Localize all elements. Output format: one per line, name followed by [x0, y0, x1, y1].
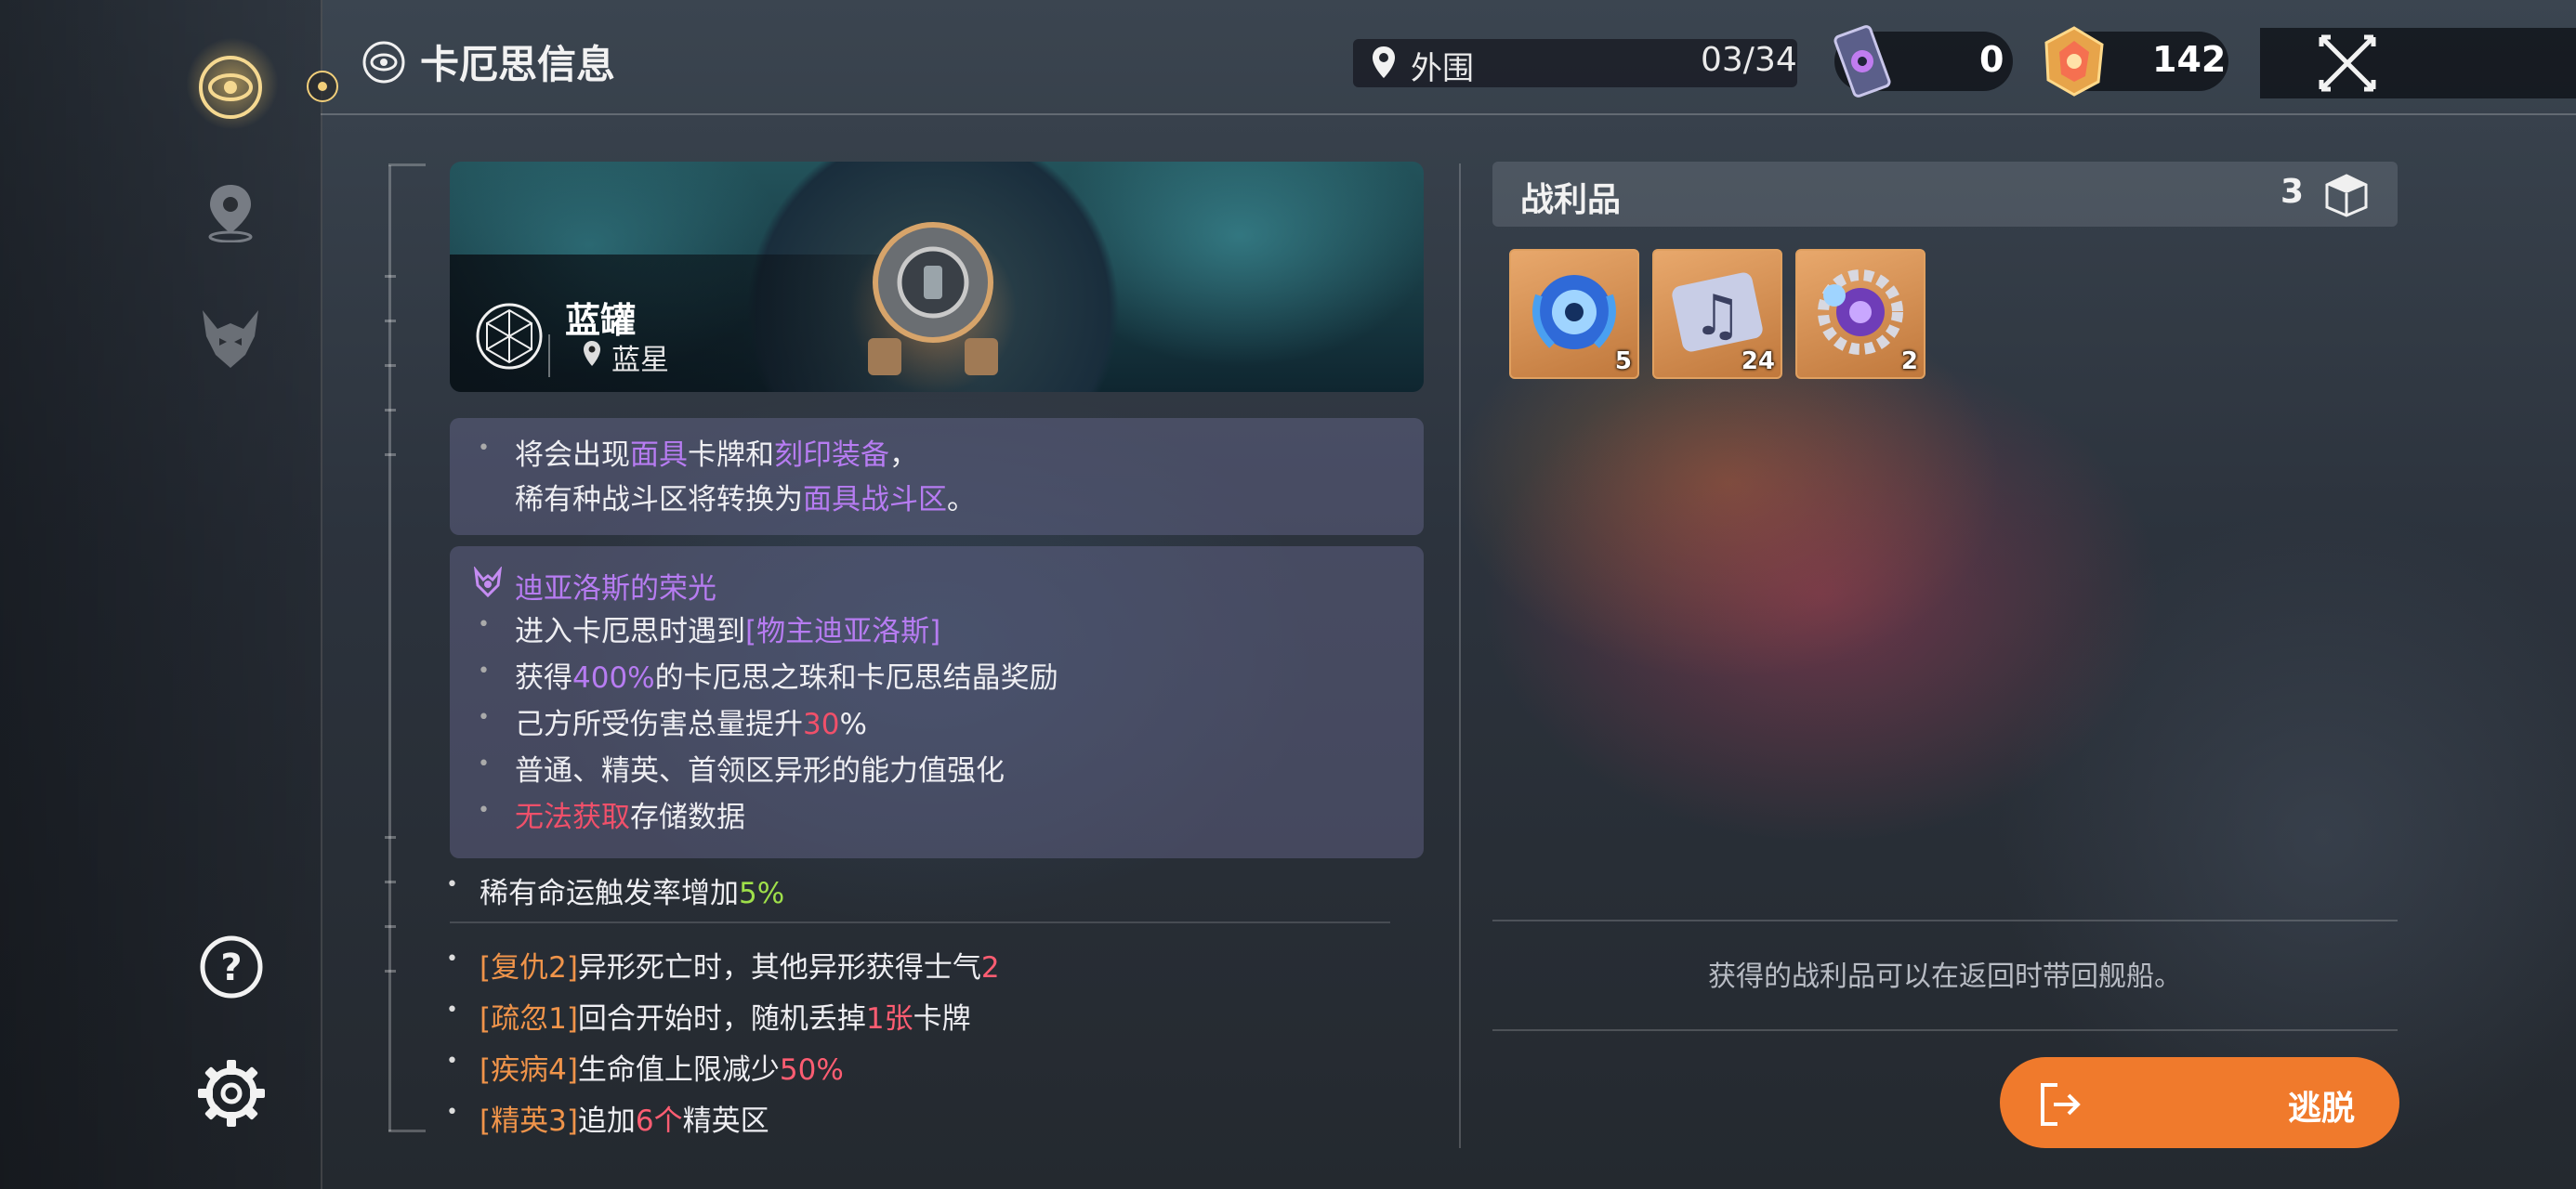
scroll-tick — [385, 409, 396, 412]
blue-jar-icon — [868, 222, 998, 375]
loot-note: 获得的战利品可以在返回时带回舰船。 — [1708, 960, 2182, 993]
loot-item[interactable]: ♫ 24 — [1652, 249, 1782, 379]
loot-item[interactable]: 2 — [1795, 249, 1925, 379]
scroll-tick — [385, 925, 396, 928]
scroll-tick — [385, 275, 396, 278]
bracket-bottom — [388, 1130, 426, 1132]
sidebar — [0, 0, 322, 1189]
loot-title: 战利品 — [1520, 181, 1622, 219]
modifier-divider — [450, 921, 1390, 923]
planet-name: 蓝罐 — [565, 300, 637, 341]
crystal-card-icon — [1827, 22, 1898, 104]
chaos-title-icon — [361, 39, 409, 87]
rare-fate-rate: 稀有命运触发率增加5% — [480, 877, 785, 910]
scroll-tick — [385, 453, 396, 456]
loot-item-qty: 24 — [1741, 347, 1775, 375]
scroll-tick — [385, 320, 396, 322]
glory-title: 迪亚洛斯的荣光 — [515, 572, 716, 606]
modifier-disease: [疾病4]生命值上限减少50% — [480, 1053, 844, 1087]
bullet: • — [478, 437, 490, 460]
dialos-crest-icon — [472, 565, 504, 602]
planet-pin-icon — [582, 340, 602, 372]
loot-item[interactable]: 5 — [1509, 249, 1639, 379]
effect-card-glory: 迪亚洛斯的荣光 • 进入卡厄思时遇到[物主迪亚洛斯] • 获得400%的卡厄思之… — [450, 546, 1424, 858]
active-indicator-dot — [307, 71, 338, 102]
demon-mask-icon[interactable] — [191, 303, 269, 373]
close-area — [2260, 28, 2576, 98]
bullet: • — [478, 799, 490, 822]
escape-button[interactable]: 逃脱 — [2000, 1057, 2399, 1148]
bracket-top — [388, 163, 426, 166]
scroll-tick — [385, 836, 396, 839]
loot-header — [1492, 162, 2398, 227]
gear-crystal-item-icon — [1818, 269, 1903, 355]
loot-box-icon — [2323, 173, 2370, 221]
loot-item-qty: 5 — [1614, 347, 1632, 375]
loot-count: 3 — [2280, 173, 2305, 211]
glory-line-3: 己方所受伤害总量提升30% — [515, 708, 867, 741]
location-progress: 03/34 — [1701, 41, 1797, 79]
loot-divider-bottom — [1492, 1029, 2398, 1031]
loot-divider-top — [1492, 920, 2398, 921]
gold-crystal-icon — [2041, 24, 2108, 102]
chaos-info-icon[interactable] — [191, 48, 269, 126]
loot-item-qty: 2 — [1900, 347, 1918, 375]
bullet: • — [446, 1050, 458, 1073]
scroll-tick — [385, 970, 396, 973]
effect-card-mask: • 将会出现面具卡牌和刻印装备， 稀有种战斗区将转换为面具战斗区。 — [450, 418, 1424, 535]
bullet: • — [446, 999, 458, 1022]
scroll-tick — [385, 364, 396, 367]
bullet: • — [446, 947, 458, 971]
bullet: • — [446, 873, 458, 896]
currency-2-value: 142 — [2152, 39, 2227, 80]
svg-text:♫: ♫ — [1692, 283, 1742, 348]
bullet: • — [478, 613, 490, 636]
bullet: • — [478, 660, 490, 683]
glory-line-2: 获得400%的卡厄思之珠和卡厄思结晶奖励 — [515, 661, 1058, 695]
bullet: • — [478, 752, 490, 776]
glory-line-4: 普通、精英、首领区异形的能力值强化 — [515, 754, 1005, 788]
currency-1-value: 0 — [1979, 39, 2004, 80]
modifier-neglect: [疏忽1]回合开始时，随机丢掉1张卡牌 — [480, 1002, 971, 1036]
escape-label: 逃脱 — [2288, 1090, 2356, 1128]
planet-location: 蓝星 — [611, 344, 669, 377]
card-mask-line-2: 稀有种战斗区将转换为面具战斗区。 — [515, 483, 976, 516]
modifier-revenge: [复仇2]异形死亡时，其他异形获得士气2 — [480, 951, 1000, 985]
bullet: • — [446, 1101, 458, 1124]
location-name: 外围 — [1411, 50, 1474, 87]
card-mask-line-1: 将会出现面具卡牌和刻印装备， — [515, 438, 918, 472]
location-pin-icon — [1370, 45, 1398, 85]
planet-banner[interactable]: 蓝罐 蓝星 — [450, 162, 1424, 392]
settings-gear-icon[interactable] — [195, 1057, 268, 1130]
bullet: • — [478, 706, 490, 729]
map-pin-icon[interactable] — [197, 178, 264, 245]
planet-globe-icon — [474, 301, 545, 375]
svg-text:?: ? — [220, 947, 242, 989]
page-title: 卡厄思信息 — [420, 42, 616, 87]
scroll-bracket — [388, 165, 428, 1131]
exit-icon — [2037, 1081, 2083, 1131]
glory-line-5: 无法获取存储数据 — [515, 801, 745, 834]
glory-line-1: 进入卡厄思时遇到[物主迪亚洛斯] — [515, 615, 941, 648]
blue-orb-item-icon — [1532, 275, 1616, 349]
banner-divider — [548, 334, 550, 377]
panel-divider — [1459, 163, 1461, 1148]
modifier-elite: [精英3]追加6个精英区 — [480, 1104, 769, 1138]
help-button[interactable]: ? — [195, 931, 268, 1003]
header-divider — [321, 113, 2576, 115]
scroll-tick — [385, 881, 396, 883]
close-icon[interactable] — [2318, 33, 2377, 97]
